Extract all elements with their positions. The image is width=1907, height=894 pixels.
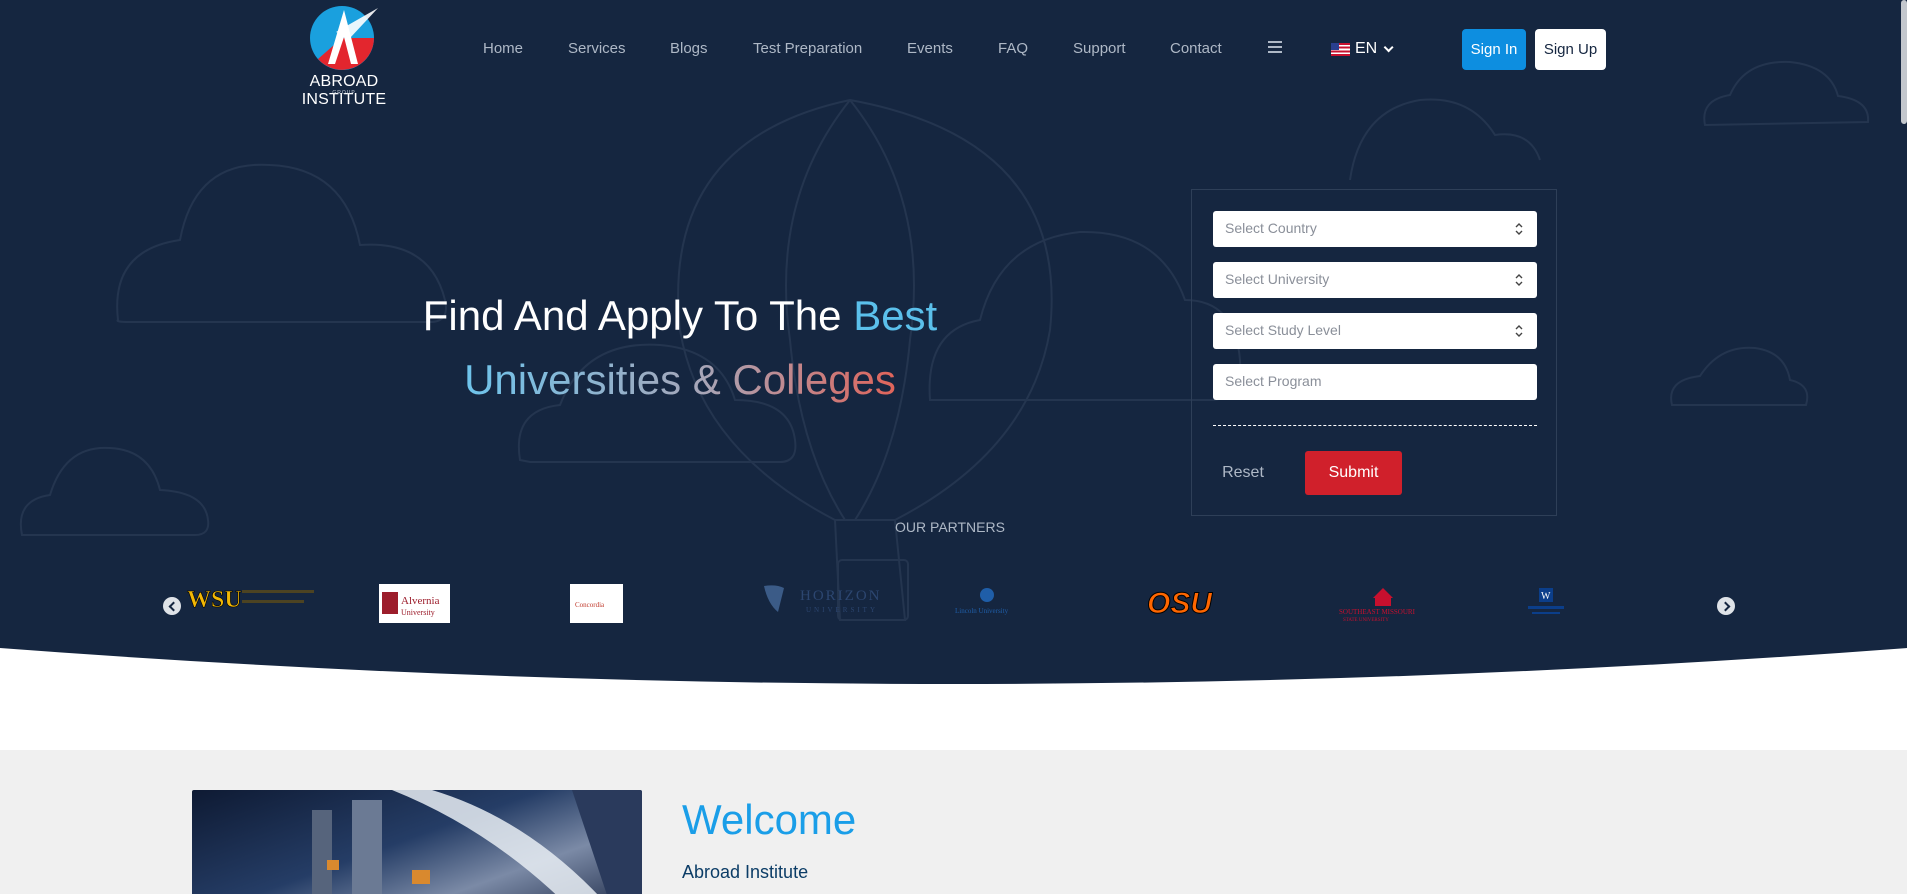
w-university-logo-icon: W <box>1528 588 1564 614</box>
semo-logo-icon: SOUTHEAST MISSOURI STATE UNIVERSITY <box>1339 588 1416 623</box>
logo-mark-icon <box>310 6 378 70</box>
svg-text:Alvernia: Alvernia <box>401 595 440 607</box>
welcome-title: Welcome <box>682 796 857 843</box>
svg-text:HORIZON: HORIZON <box>800 588 882 604</box>
hero-headline: Find And Apply To The Best Universities … <box>380 284 980 412</box>
partner-logo-wsu[interactable]: WSU <box>187 583 322 615</box>
sign-up-button[interactable]: Sign Up <box>1535 29 1606 70</box>
headline-line2: Universities & Colleges <box>464 356 896 403</box>
program-input-placeholder: Select Program <box>1225 373 1322 389</box>
partner-logo-horizon[interactable]: HORIZON UNIVERSITY <box>762 582 896 616</box>
form-divider <box>1213 425 1537 426</box>
university-select-placeholder: Select University <box>1225 271 1330 287</box>
country-select[interactable]: Select Country <box>1213 211 1537 247</box>
reset-button[interactable]: Reset <box>1213 451 1273 495</box>
university-search-form: Select Country Select University Select … <box>1191 189 1557 516</box>
nav-support[interactable]: Support <box>1073 40 1126 57</box>
updown-chevron-icon <box>1515 325 1523 337</box>
partner-logo-concordia[interactable]: Concordia <box>570 584 623 623</box>
sign-in-button[interactable]: Sign In <box>1462 29 1526 70</box>
study-level-select-placeholder: Select Study Level <box>1225 322 1341 338</box>
partner-logo-osu[interactable]: OSU <box>1145 582 1214 622</box>
headline-best: Best <box>853 292 938 339</box>
nav-services[interactable]: Services <box>568 40 626 57</box>
svg-text:W: W <box>1541 591 1551 602</box>
horizon-logo-icon: HORIZON UNIVERSITY <box>764 585 882 614</box>
partner-logo-alvernia[interactable]: Alvernia University <box>379 584 450 623</box>
concordia-logo-icon: Concordia <box>575 601 605 609</box>
svg-text:SOUTHEAST MISSOURI: SOUTHEAST MISSOURI <box>1339 608 1416 616</box>
headline-line1: Find And Apply To The <box>422 292 842 339</box>
carousel-prev-arrow-icon[interactable] <box>163 597 181 615</box>
nav-contact[interactable]: Contact <box>1170 40 1222 57</box>
nav-events[interactable]: Events <box>907 40 953 57</box>
lincoln-logo-icon: Lincoln University <box>955 588 1009 615</box>
university-select[interactable]: Select University <box>1213 262 1537 298</box>
svg-text:Lincoln University: Lincoln University <box>955 607 1009 615</box>
svg-text:Concordia: Concordia <box>575 601 605 609</box>
updown-chevron-icon <box>1515 274 1523 286</box>
hero-wave-divider <box>0 648 1907 750</box>
nav-home[interactable]: Home <box>483 40 523 57</box>
submit-button[interactable]: Submit <box>1305 451 1402 495</box>
study-level-select[interactable]: Select Study Level <box>1213 313 1537 349</box>
logo-subtext: GROUP <box>332 90 356 96</box>
partner-logo-semo[interactable]: SOUTHEAST MISSOURI STATE UNIVERSITY <box>1337 584 1429 623</box>
nav-faq[interactable]: FAQ <box>998 40 1028 57</box>
partner-logo-w[interactable]: W <box>1526 587 1566 617</box>
welcome-image <box>192 790 642 894</box>
nav-test-preparation[interactable]: Test Preparation <box>753 40 862 57</box>
carousel-next-arrow-icon[interactable] <box>1717 597 1735 615</box>
partners-title: OUR PARTNERS <box>895 519 1005 535</box>
hero-section: ABROAD INSTITUTE GROUP Home Services Blo… <box>0 0 1907 750</box>
country-select-placeholder: Select Country <box>1225 220 1317 236</box>
svg-text:STATE UNIVERSITY: STATE UNIVERSITY <box>1343 618 1389 622</box>
wsu-logo-icon: WSU <box>187 587 314 613</box>
program-input[interactable]: Select Program <box>1213 364 1537 400</box>
partner-logo-lincoln[interactable]: Lincoln University <box>953 585 1021 620</box>
library-photo <box>312 790 642 894</box>
osu-logo-icon: OSU <box>1147 587 1214 621</box>
svg-text:University: University <box>401 608 435 617</box>
svg-text:UNIVERSITY: UNIVERSITY <box>806 606 878 614</box>
svg-text:WSU: WSU <box>187 587 242 613</box>
updown-chevron-icon <box>1515 223 1523 235</box>
nav-blogs[interactable]: Blogs <box>670 40 708 57</box>
welcome-subtitle: Abroad Institute <box>682 862 809 882</box>
logo[interactable]: ABROAD INSTITUTE GROUP <box>272 0 416 108</box>
language-selector[interactable]: EN <box>1331 40 1394 58</box>
language-code: EN <box>1355 40 1378 57</box>
page-scrollbar[interactable] <box>1901 0 1907 124</box>
alvernia-logo-icon: Alvernia University <box>382 592 440 617</box>
us-flag-icon <box>1331 42 1350 56</box>
menu-icon[interactable] <box>1268 41 1282 53</box>
svg-text:OSU: OSU <box>1147 587 1213 620</box>
